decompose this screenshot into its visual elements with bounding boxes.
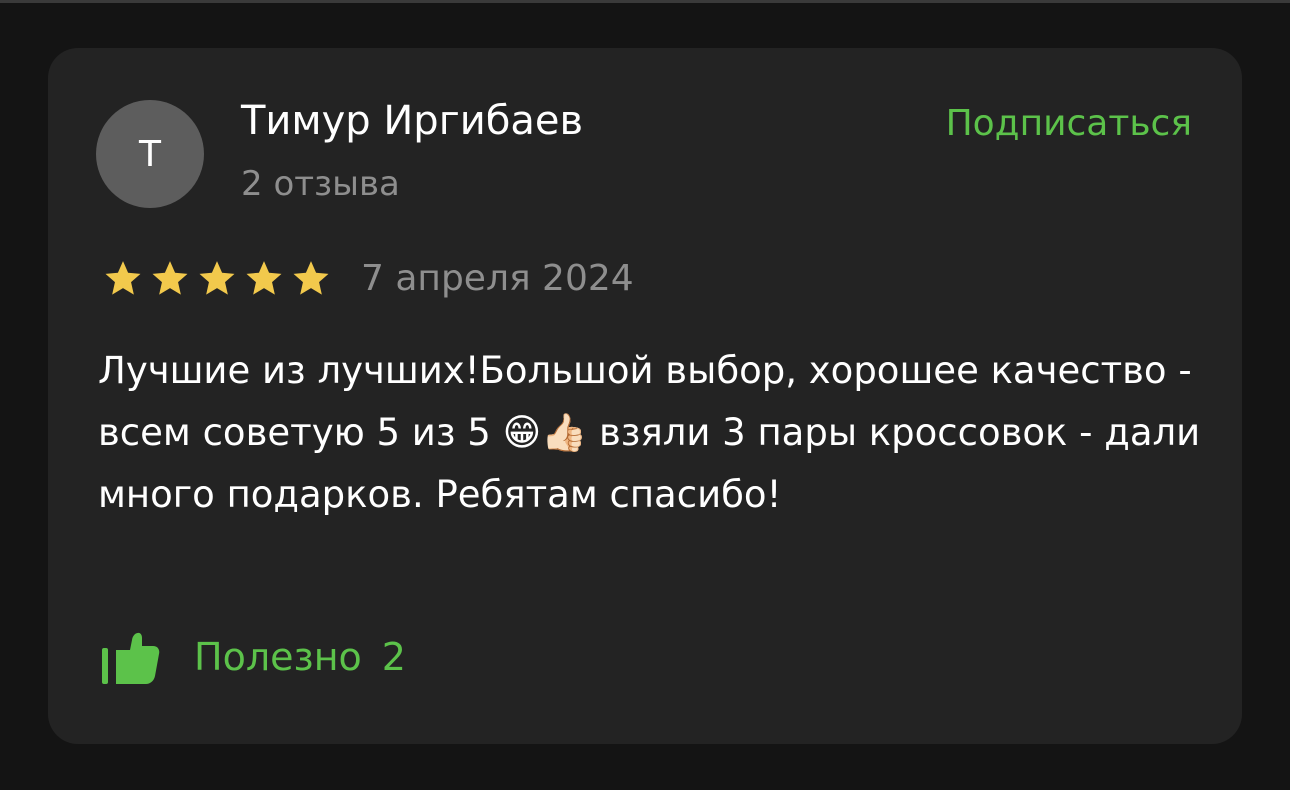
review-date: 7 апреля 2024 xyxy=(361,258,634,299)
top-divider xyxy=(0,0,1290,3)
subscribe-button[interactable]: Подписаться xyxy=(946,101,1192,147)
thumbs-up-icon xyxy=(102,632,160,684)
star-icon xyxy=(194,258,240,300)
rating-stars xyxy=(100,258,334,300)
avatar-initial: Т xyxy=(139,133,161,175)
helpful-label: Полезно xyxy=(194,635,362,679)
review-text: Лучшие из лучших!Большой выбор, хорошее … xyxy=(98,349,1201,516)
avatar[interactable]: Т xyxy=(96,100,204,208)
helpful-button[interactable]: Полезно 2 xyxy=(102,626,406,688)
helpful-count: 2 xyxy=(381,635,406,679)
review-card: Т Тимур Иргибаев 2 отзыва Подписаться 7 … xyxy=(48,48,1242,744)
author-review-count: 2 отзыва xyxy=(241,164,400,204)
star-icon xyxy=(100,258,146,300)
star-icon xyxy=(147,258,193,300)
star-icon xyxy=(288,258,334,300)
author-name[interactable]: Тимур Иргибаев xyxy=(241,96,583,146)
star-icon xyxy=(241,258,287,300)
